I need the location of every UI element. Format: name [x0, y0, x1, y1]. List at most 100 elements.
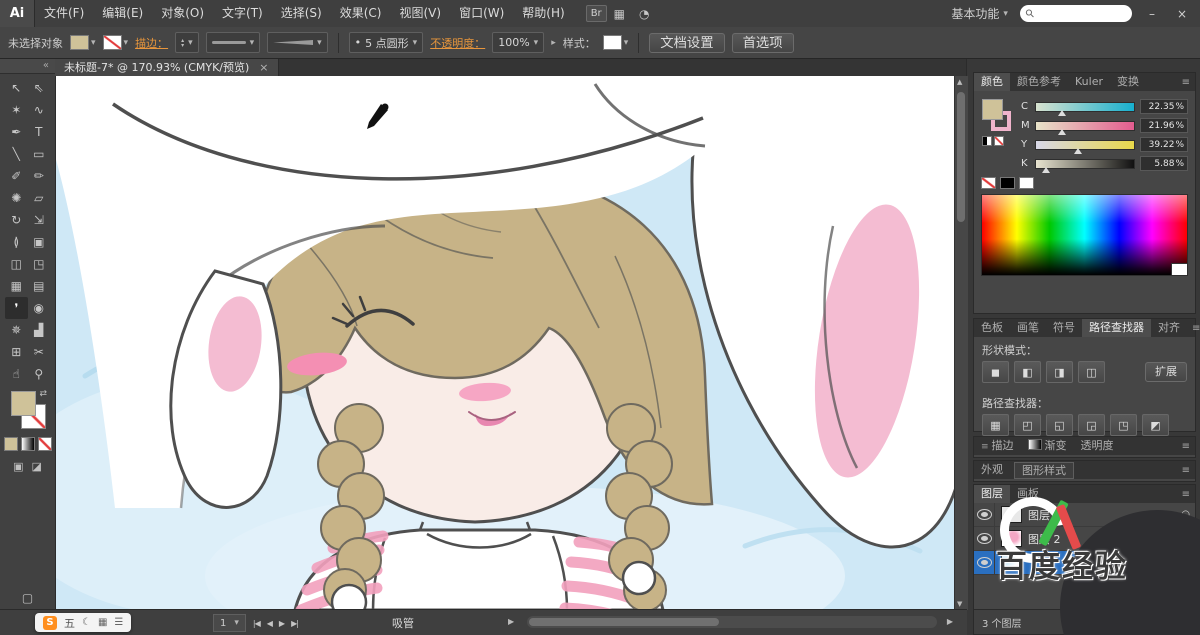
visibility-toggle[interactable] [974, 527, 995, 550]
menu-type[interactable]: 文字(T) [213, 0, 272, 27]
search-box[interactable]: ⚲ [1020, 5, 1132, 22]
horizontal-scroll-thumb[interactable] [529, 618, 719, 626]
tab-symbols[interactable]: 符号 [1046, 319, 1082, 337]
tab-transparency[interactable]: 透明度 [1074, 437, 1121, 455]
black-value[interactable]: 5.88% [1140, 156, 1188, 171]
outline-button[interactable]: ◳ [1110, 414, 1137, 436]
proxy-fill-swatch[interactable] [982, 99, 1003, 120]
magic-wand-tool[interactable]: ✶ [5, 99, 28, 121]
direct-selection-tool[interactable]: ⇖ [28, 77, 51, 99]
eraser-tool[interactable]: ▱ [28, 187, 51, 209]
unite-button[interactable]: ◼ [982, 361, 1009, 383]
yellow-slider[interactable] [1035, 140, 1135, 150]
magenta-value[interactable]: 21.96% [1140, 118, 1188, 133]
expand-button[interactable]: 扩展 [1145, 362, 1187, 382]
pen-tool[interactable]: ✒ [5, 121, 28, 143]
ime-mode[interactable]: 五 [64, 615, 75, 631]
last-artboard-button[interactable]: ▶| [291, 619, 298, 628]
fill-color-swatch[interactable] [11, 391, 36, 416]
rectangle-tool[interactable]: ▭ [28, 143, 51, 165]
document-tab[interactable]: 未标题-7* @ 170.93% (CMYK/预览) × [55, 58, 279, 76]
opacity-link[interactable]: 不透明度： [430, 35, 485, 51]
sogou-logo[interactable]: S [43, 616, 57, 630]
arrange-documents-icon[interactable]: ▦ [607, 7, 632, 21]
shape-builder-tool[interactable]: ◫ [5, 253, 28, 275]
scroll-down-icon[interactable]: ▼ [957, 600, 962, 608]
minimize-button[interactable]: – [1144, 7, 1160, 21]
screen-mode-button[interactable]: ▢ [0, 591, 55, 605]
keyboard-icon[interactable]: ▦ [98, 617, 107, 628]
merge-button[interactable]: ◱ [1046, 414, 1073, 436]
menu-effect[interactable]: 效果(C) [331, 0, 391, 27]
moon-icon[interactable]: ☾ [82, 617, 91, 628]
slice-tool[interactable]: ✂ [28, 341, 51, 363]
style-dropdown[interactable]: ▾ [603, 35, 629, 50]
artboard-number-dropdown[interactable]: 1 ▾ [213, 614, 246, 632]
toolbox-icon[interactable]: ☰ [114, 617, 123, 628]
opacity-value-dropdown[interactable]: 100% ▾ [492, 32, 544, 53]
menu-select[interactable]: 选择(S) [272, 0, 331, 27]
tab-swatches[interactable]: 色板 [974, 319, 1010, 337]
brush-shape-dropdown[interactable]: • 5 点圆形 ▾ [349, 32, 424, 53]
width-profile-dropdown[interactable]: ▾ [206, 32, 261, 53]
lasso-tool[interactable]: ∿ [28, 99, 51, 121]
blob-brush-tool[interactable]: ✺ [5, 187, 28, 209]
menu-file[interactable]: 文件(F) [35, 0, 93, 27]
visibility-toggle[interactable] [974, 551, 995, 574]
brush-definition-dropdown[interactable]: ▾ [267, 32, 328, 53]
tab-layers[interactable]: 图层 [974, 485, 1010, 503]
minus-front-button[interactable]: ◧ [1014, 361, 1041, 383]
perspective-grid-tool[interactable]: ◳ [28, 253, 51, 275]
vertical-scrollbar[interactable]: ▲ ▼ [954, 76, 968, 610]
tab-kuler[interactable]: Kuler [1068, 73, 1110, 91]
stroke-color-dropdown[interactable]: ▾ [103, 35, 129, 50]
next-artboard-button[interactable]: ▶ [279, 619, 284, 628]
trim-button[interactable]: ◰ [1014, 414, 1041, 436]
draw-behind-icon[interactable]: ◪ [32, 460, 42, 473]
tab-graphic-styles[interactable]: 图形样式 [1014, 462, 1074, 479]
swap-fill-stroke-icon[interactable]: ⇄ [39, 389, 47, 399]
none-button[interactable] [38, 437, 52, 451]
tab-pathfinder[interactable]: 路径查找器 [1082, 319, 1151, 337]
panel-menu-icon[interactable]: ≡ [1177, 441, 1195, 452]
preferences-button[interactable]: 首选项 [732, 33, 794, 53]
fill-stroke-proxy[interactable] [981, 98, 1013, 148]
draw-normal-icon[interactable]: ▣ [13, 460, 23, 473]
search-input[interactable] [1038, 7, 1112, 21]
menu-window[interactable]: 窗口(W) [450, 0, 513, 27]
magenta-slider[interactable] [1035, 121, 1135, 131]
first-artboard-button[interactable]: |◀ [253, 619, 260, 628]
width-tool[interactable]: ≬ [5, 231, 28, 253]
intersect-button[interactable]: ◨ [1046, 361, 1073, 383]
cyan-value[interactable]: 22.35% [1140, 99, 1188, 114]
line-segment-tool[interactable]: ╲ [5, 143, 28, 165]
scale-tool[interactable]: ⇲ [28, 209, 51, 231]
selection-tool[interactable]: ↖ [5, 77, 28, 99]
cs-live-icon[interactable]: ◔ [632, 7, 656, 21]
yellow-value[interactable]: 39.22% [1140, 137, 1188, 152]
artboard-tool[interactable]: ⊞ [5, 341, 28, 363]
blend-tool[interactable]: ◉ [28, 297, 51, 319]
column-graph-tool[interactable]: ▟ [28, 319, 51, 341]
panel-menu-icon[interactable]: ≡ [1177, 465, 1195, 476]
close-button[interactable]: × [1172, 7, 1192, 21]
tab-appearance[interactable]: 外观 [974, 461, 1010, 479]
panel-menu-icon[interactable]: ≡ [1187, 323, 1200, 334]
menu-object[interactable]: 对象(O) [152, 0, 213, 27]
fill-color-dropdown[interactable]: ▾ [70, 35, 96, 50]
tab-color-guide[interactable]: 颜色参考 [1010, 73, 1068, 91]
prev-artboard-button[interactable]: ◀ [267, 619, 272, 628]
opacity-panel-arrow-icon[interactable]: ▸ [551, 38, 556, 48]
black-slider[interactable] [1035, 159, 1135, 169]
visibility-toggle[interactable] [974, 503, 995, 526]
artwork-canvas[interactable] [55, 76, 967, 610]
toolbar-collapse-icon[interactable]: « [0, 58, 55, 74]
scroll-up-icon[interactable]: ▲ [957, 78, 962, 86]
panel-menu-icon[interactable]: ≡ [1177, 77, 1195, 88]
rotate-tool[interactable]: ↻ [5, 209, 28, 231]
mesh-tool[interactable]: ▦ [5, 275, 28, 297]
free-transform-tool[interactable]: ▣ [28, 231, 51, 253]
white-swatch[interactable] [1019, 177, 1034, 189]
type-tool[interactable]: T [28, 121, 51, 143]
horizontal-scrollbar[interactable] [527, 616, 937, 628]
